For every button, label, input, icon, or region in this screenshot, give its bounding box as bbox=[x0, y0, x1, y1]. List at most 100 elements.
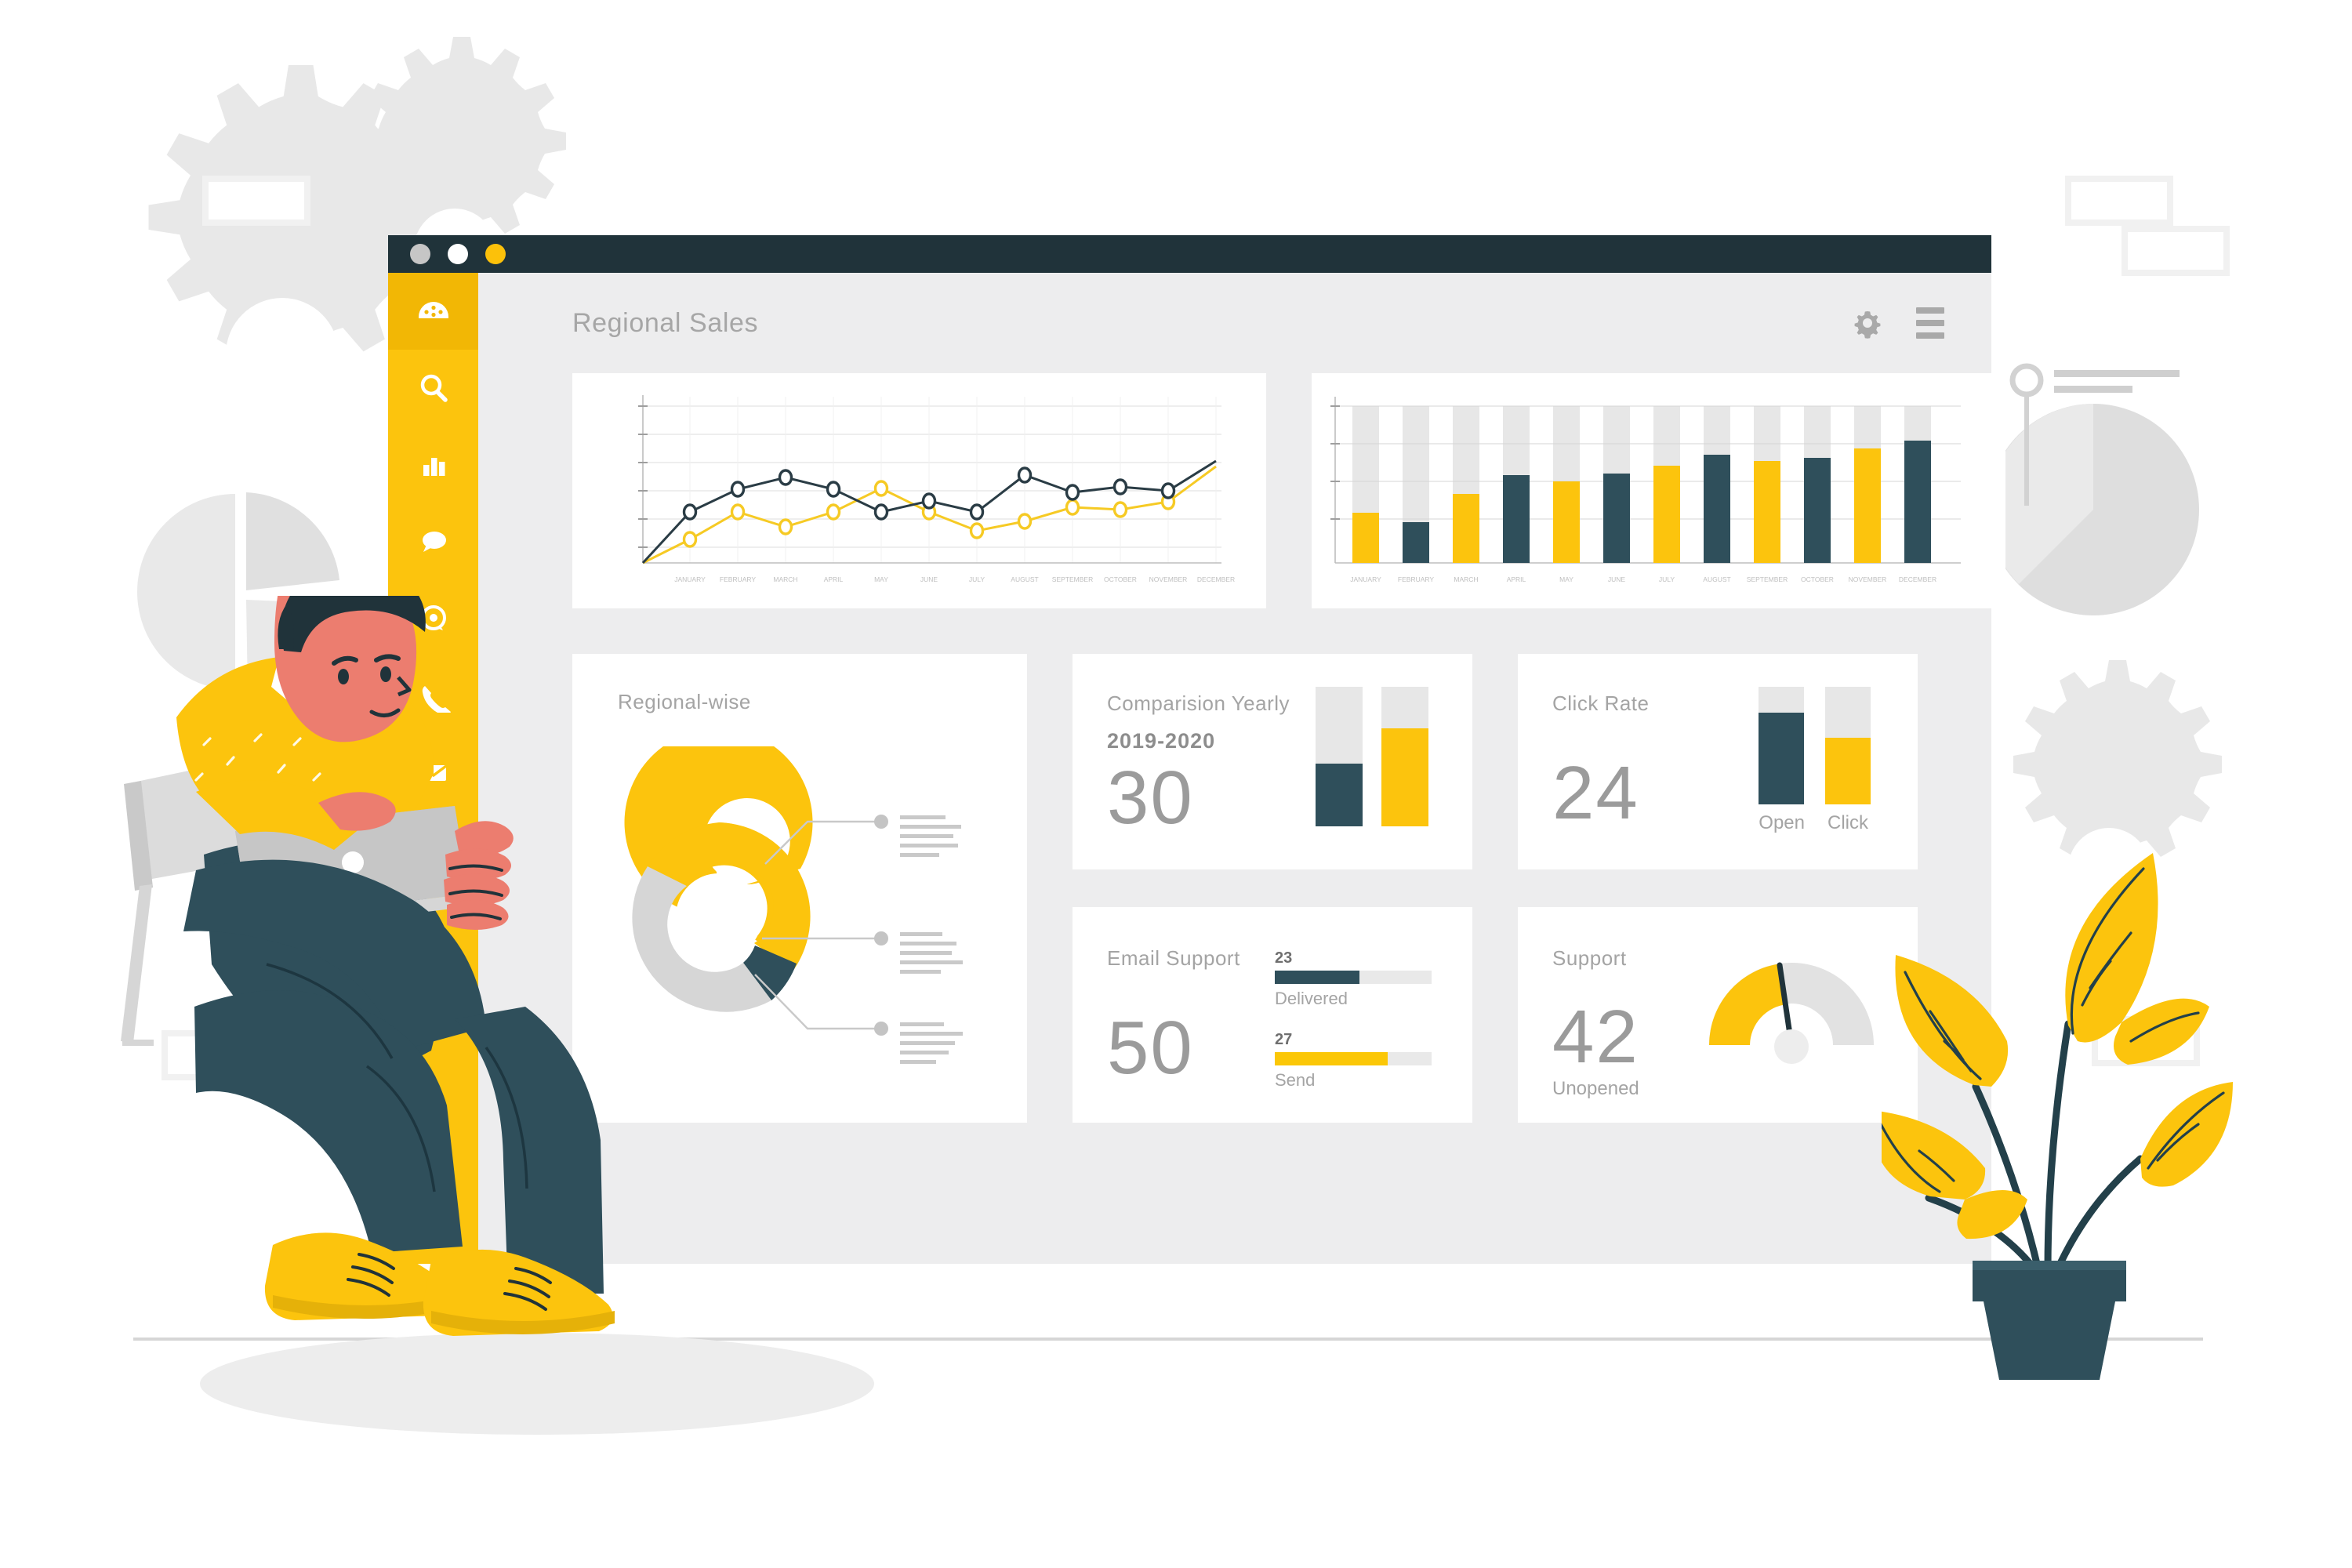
delivered-bar bbox=[1275, 971, 1432, 984]
sales-line-chart: JANUARY FEBRUARY MARCH APRIL MAY JUNE JU… bbox=[638, 395, 1235, 583]
comparision-yearly-period: 2019-2020 bbox=[1107, 729, 1216, 753]
x-tick-label: MARCH bbox=[773, 575, 797, 583]
comparision-yearly-bars bbox=[1316, 687, 1428, 826]
support-gauge-chart bbox=[1709, 962, 1874, 1064]
card-row-bottom: Regional-wise Comparision Yearly 2019-20… bbox=[572, 654, 1944, 1123]
x-tick-label: MAY bbox=[1559, 575, 1573, 583]
maximize-dot[interactable] bbox=[448, 244, 468, 264]
illustration-scene: Regional Sales JANUARY FEBRUARY MARCH AP… bbox=[0, 0, 2352, 1568]
sidebar-item-analytics[interactable] bbox=[388, 426, 478, 503]
bar bbox=[1403, 522, 1429, 563]
x-tick-label: SEPTEMBER bbox=[1747, 575, 1788, 583]
dashboard-gauge-icon bbox=[418, 302, 448, 318]
email-support-title: Email Support bbox=[1107, 946, 1240, 970]
monthly-bar-chart: JANUARY FEBRUARY MARCH APRIL MAY JUNE JU… bbox=[1330, 397, 1961, 583]
support-title: Support bbox=[1552, 946, 1627, 970]
bar bbox=[1904, 441, 1931, 563]
delivered-label: Delivered bbox=[1275, 989, 1348, 1008]
email-support-value: 50 bbox=[1107, 1006, 1194, 1090]
chat-bubble-icon bbox=[422, 532, 446, 552]
x-tick-label: JULY bbox=[969, 575, 985, 583]
x-tick-label: APRIL bbox=[824, 575, 844, 583]
bar-chart-icon bbox=[423, 458, 445, 476]
card-row-top: JANUARY FEBRUARY MARCH APRIL MAY JUNE JU… bbox=[572, 373, 2005, 608]
x-tick-label: JANUARY bbox=[1350, 575, 1381, 583]
bar-click-label: Click bbox=[1828, 812, 1868, 833]
decorative-pie-chart bbox=[1987, 363, 2199, 615]
person-with-laptop-illustration bbox=[121, 596, 615, 1336]
close-dot[interactable] bbox=[485, 244, 506, 264]
bar bbox=[1503, 475, 1530, 563]
metrics-row-2: Email Support 50 23 Delivered 27 Send Su… bbox=[1073, 907, 1918, 1123]
x-tick-label: MAY bbox=[874, 575, 888, 583]
dashboard-content: Regional Sales JANUARY FEBRUARY MARCH AP… bbox=[478, 273, 2005, 1264]
metrics-column: Comparision Yearly 2019-2020 30 Click Ra… bbox=[1073, 654, 1918, 1123]
email-support-card: Email Support 50 23 Delivered 27 Send bbox=[1073, 907, 1472, 1123]
bar bbox=[1754, 461, 1780, 563]
sidebar-item-dashboard[interactable] bbox=[388, 273, 478, 350]
sidebar-item-messages[interactable] bbox=[388, 503, 478, 580]
click-rate-bars: Open Click bbox=[1759, 687, 1871, 834]
x-tick-label: JANUARY bbox=[674, 575, 706, 583]
card-grid: JANUARY FEBRUARY MARCH APRIL MAY JUNE JU… bbox=[572, 373, 2005, 1123]
bar bbox=[1804, 458, 1831, 563]
send-bar bbox=[1275, 1052, 1432, 1065]
window-titlebar bbox=[388, 235, 1991, 273]
sidebar-item-search[interactable] bbox=[388, 350, 478, 426]
x-tick-label: JUNE bbox=[920, 575, 938, 583]
x-tick-label: JULY bbox=[1659, 575, 1675, 583]
support-card: Support 42 Unopened bbox=[1518, 907, 1918, 1123]
click-rate-value: 24 bbox=[1552, 751, 1639, 835]
support-caption: Unopened bbox=[1552, 1078, 1639, 1099]
bar-chart-card: JANUARY FEBRUARY MARCH APRIL MAY JUNE JU… bbox=[1312, 373, 2005, 608]
comparision-yearly-card: Comparision Yearly 2019-2020 30 bbox=[1073, 654, 1472, 869]
x-tick-label: FEBRUARY bbox=[720, 575, 756, 583]
hamburger-menu-icon[interactable] bbox=[1916, 307, 1944, 339]
legs bbox=[183, 859, 604, 1294]
plant-pot bbox=[1973, 1261, 2126, 1380]
dashboard-header: Regional Sales bbox=[478, 273, 1991, 373]
leaf bbox=[1882, 853, 2233, 1240]
bar bbox=[1352, 513, 1379, 563]
potted-plant-illustration bbox=[1882, 853, 2233, 1380]
metrics-row-1: Comparision Yearly 2019-2020 30 Click Ra… bbox=[1073, 654, 1918, 869]
x-tick-label: DECEMBER bbox=[1197, 575, 1235, 583]
header-actions bbox=[1852, 307, 1944, 339]
send-label: Send bbox=[1275, 1070, 1316, 1090]
decorative-rect bbox=[2065, 176, 2173, 226]
bar bbox=[1453, 494, 1479, 563]
gear-icon[interactable] bbox=[1852, 307, 1883, 339]
click-rate-click-group: Click bbox=[1825, 687, 1871, 834]
x-tick-label: FEBRUARY bbox=[1398, 575, 1434, 583]
click-rate-card: Click Rate 24 Open Click bbox=[1518, 654, 1918, 869]
x-tick-label: OCTOBER bbox=[1801, 575, 1834, 583]
bar bbox=[1603, 474, 1630, 563]
x-tick-label: OCTOBER bbox=[1104, 575, 1137, 583]
delivered-value: 23 bbox=[1275, 949, 1293, 967]
bar-2020 bbox=[1381, 687, 1428, 826]
bar bbox=[1553, 481, 1580, 563]
x-tick-label: SEPTEMBER bbox=[1052, 575, 1093, 583]
bar-2019 bbox=[1316, 687, 1363, 826]
x-tick-label: NOVEMBER bbox=[1149, 575, 1188, 583]
minimize-dot[interactable] bbox=[410, 244, 430, 264]
click-rate-title: Click Rate bbox=[1552, 691, 1650, 715]
click-rate-open-group: Open bbox=[1759, 687, 1805, 834]
bar bbox=[1653, 466, 1680, 563]
comparision-yearly-value: 30 bbox=[1107, 756, 1194, 840]
x-tick-label: DECEMBER bbox=[1899, 575, 1936, 583]
delivered-group: 23 Delivered bbox=[1275, 949, 1432, 1009]
x-tick-label: JUNE bbox=[1608, 575, 1626, 583]
bar-click bbox=[1825, 687, 1871, 804]
bar-open-label: Open bbox=[1759, 812, 1805, 833]
email-support-bars: 23 Delivered 27 Send bbox=[1275, 949, 1432, 1091]
search-icon bbox=[420, 374, 448, 402]
decorative-rect bbox=[2122, 226, 2230, 276]
x-tick-label: MARCH bbox=[1454, 575, 1478, 583]
bar bbox=[1854, 448, 1881, 563]
line-chart-card: JANUARY FEBRUARY MARCH APRIL MAY JUNE JU… bbox=[572, 373, 1266, 608]
send-group: 27 Send bbox=[1275, 1031, 1432, 1091]
comparision-yearly-title: Comparision Yearly bbox=[1107, 691, 1290, 715]
bar-open bbox=[1759, 687, 1805, 804]
page-title: Regional Sales bbox=[572, 307, 759, 338]
